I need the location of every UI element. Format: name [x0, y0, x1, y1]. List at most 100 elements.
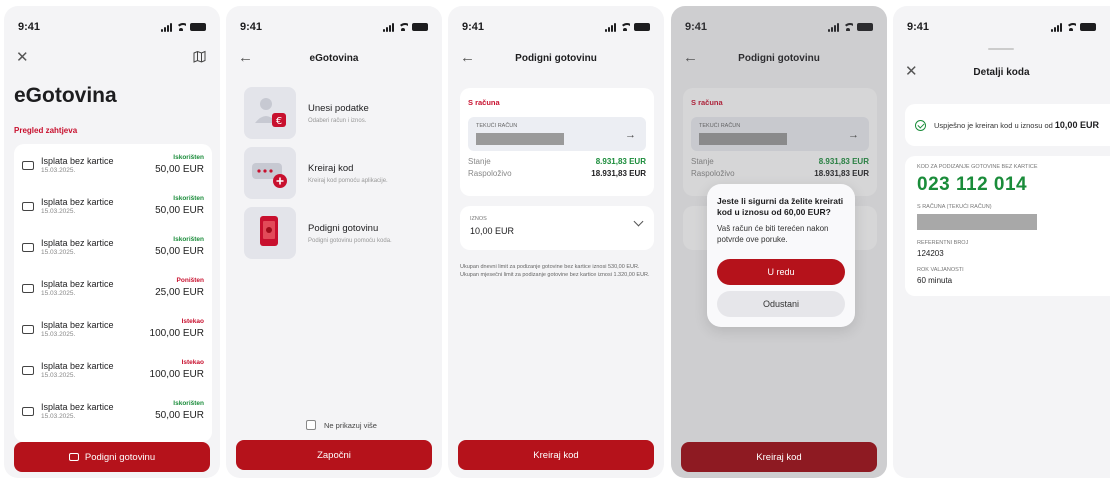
validity-value: 60 minuta [917, 276, 953, 285]
confirm-dialog: Jeste li sigurni da želite kreirati kod … [707, 184, 855, 328]
start-label: Započni [317, 449, 351, 461]
status-badge: Iskorišten [173, 400, 204, 407]
withdraw-cash-label: Podigni gotovinu [84, 451, 156, 463]
status-badge: Iskorišten [173, 195, 204, 202]
cancel-button[interactable]: Odustani [717, 291, 845, 318]
dont-show-label: Ne prikazuj više [324, 420, 377, 430]
list-item[interactable]: Isplata bez kartice 15.03.2025. Istekao 100… [14, 349, 212, 390]
check-circle-icon [915, 119, 926, 131]
status-badge: Iskorišten [173, 236, 204, 243]
back-arrow-icon[interactable]: ← [460, 50, 475, 65]
success-banner: Uspješno je kreiran kod u iznosu od 10,0… [905, 104, 1110, 146]
option-withdraw-cash: Podigni gotovinu Podigni gotovinu pomoću… [244, 206, 432, 260]
from-account-card: S računa TEKUĆI RAČUN → Stanje 8.931,83 … [460, 88, 654, 196]
wifi-icon [620, 23, 630, 31]
row-title: Isplata bez kartice [41, 360, 114, 371]
battery-icon [634, 23, 650, 31]
option-title: Unesi podatke [308, 102, 369, 114]
wifi-icon [1066, 23, 1076, 31]
row-title: Isplata bez kartice [41, 237, 114, 248]
status-time: 9:41 [462, 21, 485, 33]
cash-icon [68, 453, 79, 461]
screen-code-details: 9:41 ✕ Detalji koda Uspješno je kreiran … [893, 6, 1110, 478]
list-item[interactable]: Isplata bez kartice 15.03.2025. Iskorišten… [14, 185, 212, 226]
status-badge: Istekao [181, 318, 204, 325]
code-label: KOD ZA PODIZANJE GOTOVINE BEZ KARTICE [917, 164, 1038, 170]
screen-confirm-dialog: 9:41 ← Podigni gotovinu S računa TEKUĆI … [671, 6, 887, 478]
option-enter-data: € Unesi podatke Odaberi račun i iznos. [244, 86, 432, 140]
redacted-account-number [917, 214, 1037, 230]
dont-show-again[interactable]: Ne prikazuj više [306, 420, 377, 430]
redacted-account-number [476, 133, 564, 145]
create-code-button[interactable]: Kreiraj kod [681, 442, 877, 472]
start-button[interactable]: Započni [236, 440, 432, 470]
phone-cash-illustration-icon [244, 207, 296, 259]
arrow-right-icon: → [625, 129, 636, 141]
balance-value: 8.931,83 EUR [595, 157, 646, 166]
reference-value: 124203 [917, 249, 944, 258]
wifi-icon [176, 23, 186, 31]
sheet-title: Detalji koda [973, 66, 1030, 78]
list-item[interactable]: Isplata bez kartice 15.03.2025. Istekao 100… [14, 308, 212, 349]
status-time: 9:41 [907, 21, 930, 33]
row-title: Isplata bez kartice [41, 401, 114, 412]
status-badge: Iskorišten [173, 154, 204, 161]
balance-label: Stanje [468, 157, 491, 166]
status-badge: Poništen [176, 277, 204, 284]
close-icon[interactable]: ✕ [16, 50, 29, 65]
screen-egotovina-list: 9:41 ✕ eGotovina Pregled zahtjeva Isplat… [4, 6, 220, 478]
status-time: 9:41 [18, 21, 41, 33]
wifi-icon [398, 23, 408, 31]
row-date: 15.03.2025. [41, 330, 76, 338]
option-title: Podigni gotovinu [308, 222, 379, 234]
map-icon[interactable] [193, 50, 206, 66]
success-text: Uspješno je kreiran kod u iznosu od [934, 120, 1053, 130]
option-subtitle: Podigni gotovinu pomoću koda. [308, 237, 392, 244]
option-title: Kreiraj kod [308, 162, 354, 174]
screen-withdraw-form: 9:41 ← Podigni gotovinu S računa TEKUĆI … [448, 6, 664, 478]
back-arrow-icon[interactable]: ← [238, 50, 253, 65]
row-amount: 100,00 EUR [149, 328, 204, 339]
row-title: Isplata bez kartice [41, 196, 114, 207]
confirm-ok-button[interactable]: U redu [717, 259, 845, 286]
requests-list: Isplata bez kartice 15.03.2025. Iskorišten… [14, 144, 212, 442]
dont-show-checkbox[interactable] [306, 420, 316, 430]
withdrawal-code: 023 112 014 [917, 174, 1028, 195]
account-label: S RAČUNA (TEKUĆI RAČUN) [917, 204, 992, 210]
row-date: 15.03.2025. [41, 166, 76, 174]
cash-icon [22, 243, 34, 252]
row-date: 15.03.2025. [41, 371, 76, 379]
create-code-button[interactable]: Kreiraj kod [458, 440, 654, 470]
dialog-body: Vaš račun će biti terećen nakon potvrde … [717, 223, 829, 245]
row-title: Isplata bez kartice [41, 278, 114, 289]
sheet-handle[interactable] [988, 48, 1014, 50]
row-amount: 50,00 EUR [155, 410, 204, 421]
close-icon[interactable]: ✕ [905, 64, 918, 79]
list-item[interactable]: Isplata bez kartice 15.03.2025. Poništen 25… [14, 267, 212, 308]
amount-value: 10,00 EUR [470, 226, 515, 236]
option-create-code: Kreiraj kod Kreiraj kod pomoću aplikacij… [244, 146, 432, 200]
row-title: Isplata bez kartice [41, 319, 114, 330]
code-details-card: KOD ZA PODIZANJE GOTOVINE BEZ KARTICE 02… [905, 156, 1110, 296]
signal-icon [161, 22, 172, 32]
section-title: Pregled zahtjeva [14, 126, 78, 135]
user-euro-illustration-icon: € [244, 87, 296, 139]
nav-title: Podigni gotovinu [515, 52, 597, 64]
row-amount: 50,00 EUR [155, 205, 204, 216]
row-date: 15.03.2025. [41, 412, 76, 420]
cash-icon [22, 202, 34, 211]
available-label: Raspoloživo [468, 169, 512, 178]
list-item[interactable]: Isplata bez kartice 15.03.2025. Iskorišten… [14, 144, 212, 185]
svg-text:€: € [276, 116, 282, 127]
signal-icon [605, 22, 616, 32]
status-bar: 9:41 [448, 20, 664, 34]
withdraw-cash-button[interactable]: Podigni gotovinu [14, 442, 210, 472]
amount-field[interactable]: IZNOS 10,00 EUR [460, 206, 654, 250]
row-amount: 50,00 EUR [155, 164, 204, 175]
amount-label: IZNOS [470, 216, 487, 222]
validity-label: ROK VALJANOSTI [917, 267, 964, 273]
list-item[interactable]: Isplata bez kartice 15.03.2025. Iskorišten… [14, 226, 212, 267]
battery-icon [412, 23, 428, 31]
list-item[interactable]: Isplata bez kartice 15.03.2025. Iskorišten… [14, 390, 212, 431]
account-selector[interactable]: TEKUĆI RAČUN → [468, 117, 646, 151]
